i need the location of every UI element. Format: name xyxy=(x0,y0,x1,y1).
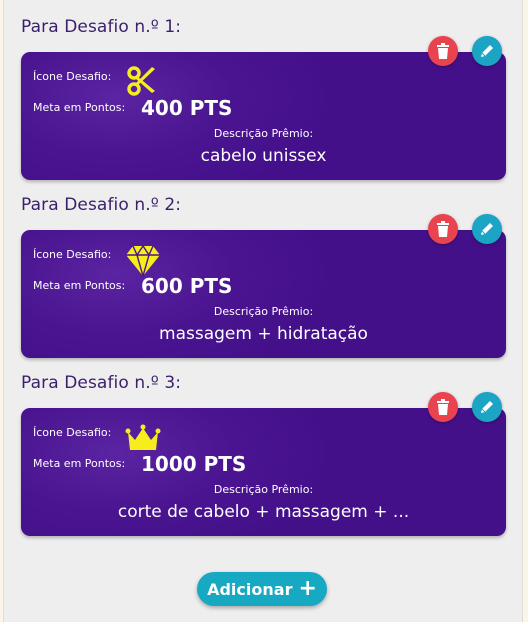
delete-challenge-2-button[interactable] xyxy=(428,214,458,244)
plus-icon: + xyxy=(298,576,317,601)
icon-label: Ícone Desafio: xyxy=(33,426,112,439)
points-value: 400 PTS xyxy=(141,96,233,120)
description-label: Descrição Prêmio: xyxy=(213,305,314,318)
points-value: 1000 PTS xyxy=(141,452,247,476)
points-value: 600 PTS xyxy=(141,274,233,298)
description-value: massagem + hidratação xyxy=(159,324,368,344)
scissors-icon xyxy=(127,66,155,96)
challenge-1-card: Ícone Desafio: Meta em Pontos: 400 PTS D… xyxy=(21,52,506,180)
pencil-icon xyxy=(481,223,493,235)
trash-icon xyxy=(437,221,449,237)
meta-label: Meta em Pontos: xyxy=(33,279,126,292)
challenge-1-title: Para Desafio n.º 1: xyxy=(21,17,182,37)
icon-label: Ícone Desafio: xyxy=(33,70,112,83)
challenges-panel: Para Desafio n.º 1: Ícone Desafio: Meta … xyxy=(3,0,523,622)
delete-challenge-3-button[interactable] xyxy=(428,392,458,422)
trash-icon xyxy=(437,399,449,415)
challenge-2-title: Para Desafio n.º 2: xyxy=(21,195,182,215)
description-label: Descrição Prêmio: xyxy=(213,127,314,140)
add-challenge-button[interactable]: Adicionar + xyxy=(197,572,327,606)
delete-challenge-1-button[interactable] xyxy=(428,36,458,66)
description-value: corte de cabelo + massagem + ... xyxy=(117,502,410,522)
add-button-label: Adicionar xyxy=(207,579,293,599)
icon-label: Ícone Desafio: xyxy=(33,248,112,261)
pencil-icon xyxy=(481,45,493,57)
description-value: cabelo unissex xyxy=(200,146,327,166)
description-label: Descrição Prêmio: xyxy=(213,483,314,496)
trash-icon xyxy=(437,43,449,59)
meta-label: Meta em Pontos: xyxy=(33,457,126,470)
edit-challenge-3-button[interactable] xyxy=(472,392,502,422)
diamond-icon xyxy=(126,244,160,278)
challenge-3-title: Para Desafio n.º 3: xyxy=(21,373,182,393)
pencil-icon xyxy=(481,401,493,413)
challenge-2-card: Ícone Desafio: Meta em Pontos: 600 PTS D… xyxy=(21,230,506,358)
challenge-3-card: Ícone Desafio: Meta em Pontos: 1000 PTS … xyxy=(21,408,506,536)
crown-icon xyxy=(125,424,161,450)
edit-challenge-1-button[interactable] xyxy=(472,36,502,66)
edit-challenge-2-button[interactable] xyxy=(472,214,502,244)
meta-label: Meta em Pontos: xyxy=(33,101,126,114)
